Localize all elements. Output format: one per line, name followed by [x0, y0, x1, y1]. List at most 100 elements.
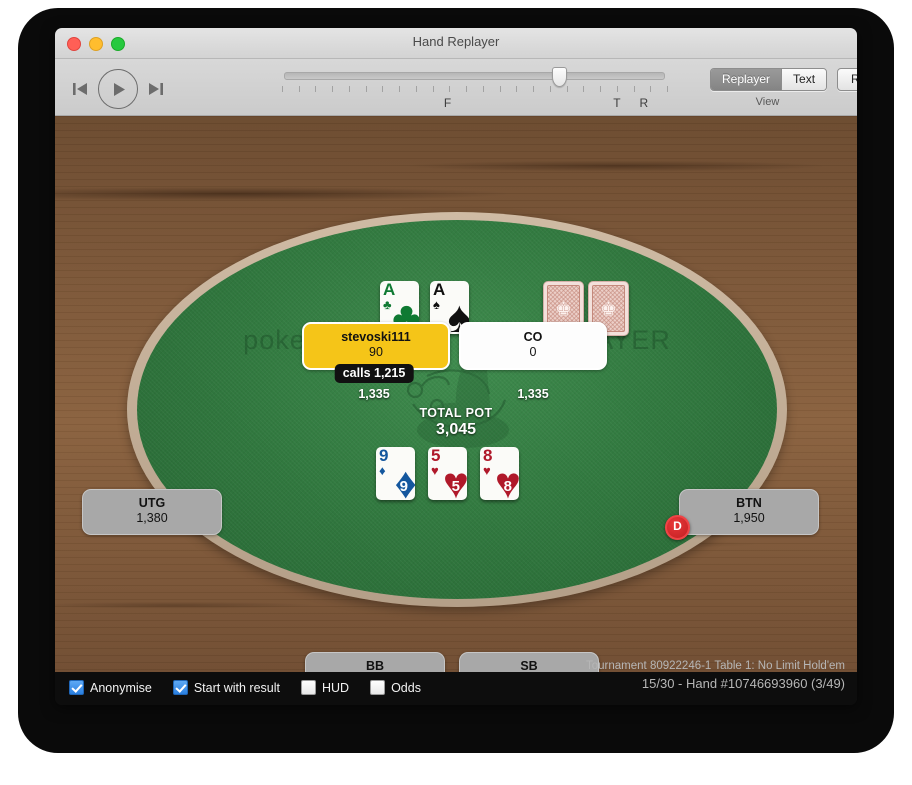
felt-texture	[137, 220, 777, 599]
view-segmented-control[interactable]: Replayer Text	[710, 68, 828, 91]
board-card-2: 5 ♥ ♥ 5	[428, 447, 467, 500]
record-button[interactable]: Record	[837, 68, 857, 91]
seat-sb[interactable]: SB 1,425	[459, 652, 599, 672]
seat-hero-bet: 1,335	[358, 387, 390, 401]
board-card-2-rank-overlay: 5	[451, 478, 460, 495]
slider-tick	[616, 86, 618, 92]
replayer-toolbar: F T R Replayer Text View Record	[55, 59, 857, 116]
hand-replayer-window: Hand Replayer F T R Replayer Text View R…	[55, 28, 857, 705]
slider-tick	[600, 86, 602, 92]
tab-replayer[interactable]: Replayer	[711, 69, 782, 90]
seat-btn[interactable]: BTN 1,950	[679, 489, 819, 535]
slider-tick	[298, 86, 300, 92]
checkbox-start-with-result[interactable]: Start with result	[172, 680, 280, 695]
transport-controls	[70, 69, 166, 109]
checkbox-start-with-result-box[interactable]	[172, 680, 188, 695]
timeline-slider[interactable]: FTR	[282, 67, 668, 112]
phase-markers: FTR	[282, 96, 667, 112]
slider-tick	[583, 86, 585, 92]
board-card-1-rank-overlay: 9	[399, 478, 408, 495]
slider-tick	[365, 86, 367, 92]
seat-btn-stack: 1,950	[733, 511, 765, 526]
checkbox-anonymise-label: Anonymise	[90, 680, 152, 695]
checkbox-hud-box[interactable]	[300, 680, 316, 695]
board-card-2-pip: ♥	[431, 463, 439, 478]
checkbox-anonymise-box[interactable]	[69, 680, 84, 695]
checkbox-odds-label: Odds	[391, 680, 421, 695]
seat-utg-stack: 1,380	[136, 511, 168, 526]
seat-hero-stack: 90	[369, 345, 383, 360]
slider-tick	[315, 86, 317, 92]
seat-bb-name: BB	[365, 659, 385, 672]
poker-table-area: pokercopilotREPLAYER	[55, 116, 857, 672]
table-rail: pokercopilotREPLAYER	[127, 212, 787, 607]
seat-hero[interactable]: stevoski111 90	[302, 322, 450, 370]
play-button[interactable]	[98, 69, 138, 109]
slider-tick	[382, 86, 384, 92]
slider-tick	[566, 86, 568, 92]
view-selector-group: Replayer Text View	[710, 68, 828, 108]
seat-hero-action: calls 1,215	[334, 364, 414, 383]
seat-sb-name: SB	[520, 659, 538, 672]
table-felt: pokercopilotREPLAYER	[137, 220, 777, 599]
slider-tick	[332, 86, 334, 92]
dealer-button[interactable]: D	[665, 515, 690, 540]
slider-thumb[interactable]	[551, 67, 567, 87]
slider-tick	[499, 86, 501, 92]
checkbox-odds-box[interactable]	[370, 680, 386, 695]
board-card-3: 8 ♥ ♥ 8	[480, 447, 519, 500]
slider-tick	[516, 86, 518, 92]
checkbox-hud[interactable]: HUD	[300, 680, 350, 695]
slider-tick	[667, 86, 668, 92]
tab-text[interactable]: Text	[781, 69, 827, 90]
slider-tick	[466, 86, 468, 92]
seat-btn-name: BTN	[736, 496, 762, 510]
slider-tick	[449, 86, 451, 92]
slider-tick	[482, 86, 484, 92]
window-title: Hand Replayer	[412, 34, 500, 49]
hero-card-2-pip: ♠	[433, 297, 440, 312]
slider-tick	[282, 86, 283, 92]
seat-utg[interactable]: UTG 1,380	[82, 489, 222, 535]
seat-co-name: CO	[523, 330, 543, 344]
checkbox-start-with-result-label: Start with result	[193, 680, 280, 695]
seat-bb[interactable]: BB 1,110	[305, 652, 445, 672]
checkbox-odds[interactable]: Odds	[370, 680, 421, 695]
slider-tick	[633, 86, 635, 92]
slider-track[interactable]	[284, 67, 665, 87]
tournament-line-2: 15/30 - Hand #10746693960 (3/49)	[641, 675, 845, 691]
checkbox-anonymise[interactable]: Anonymise	[69, 680, 152, 695]
slider-tick	[533, 86, 535, 92]
phase-marker-t: T	[613, 96, 621, 110]
slider-tick	[399, 86, 401, 92]
seat-co-stack: 0	[529, 345, 537, 360]
window-titlebar: Hand Replayer	[55, 28, 857, 59]
board-card-1-pip: ♦	[379, 463, 386, 478]
previous-icon[interactable]	[70, 79, 90, 99]
footer-bar: Anonymise Start with result HUD Odds Tourna…	[55, 660, 857, 705]
slider-tick	[432, 86, 434, 92]
tournament-info: Tournament 80922246-1 Table 1: No Limit …	[586, 658, 845, 694]
view-group-label: View	[755, 96, 780, 108]
seat-co-bet: 1,335	[517, 387, 549, 401]
board-card-3-pip: ♥	[483, 463, 491, 478]
checkbox-hud-label: HUD	[321, 680, 350, 695]
slider-ticks	[282, 86, 668, 95]
phase-marker-r: R	[639, 96, 649, 110]
slider-tick	[415, 86, 417, 92]
seat-co[interactable]: CO 0	[459, 322, 607, 370]
footer-options: Anonymise Start with result HUD Odds	[69, 680, 421, 695]
tournament-line-1: Tournament 80922246-1 Table 1: No Limit …	[586, 660, 845, 672]
board-card-1: 9 ♦ ♦ 9	[376, 447, 415, 500]
seat-hero-name: stevoski111	[341, 330, 411, 344]
card-back-crest-icon: ♚	[554, 299, 573, 321]
card-back-crest-icon: ♚	[599, 299, 618, 321]
hero-card-1-pip: ♣	[383, 297, 392, 312]
board-card-3-rank-overlay: 8	[503, 478, 512, 495]
next-icon[interactable]	[146, 79, 166, 99]
slider-tick	[650, 86, 652, 92]
slider-tick	[549, 86, 551, 92]
slider-tick	[348, 86, 350, 92]
seat-utg-name: UTG	[138, 496, 166, 510]
phase-marker-f: F	[443, 96, 452, 110]
